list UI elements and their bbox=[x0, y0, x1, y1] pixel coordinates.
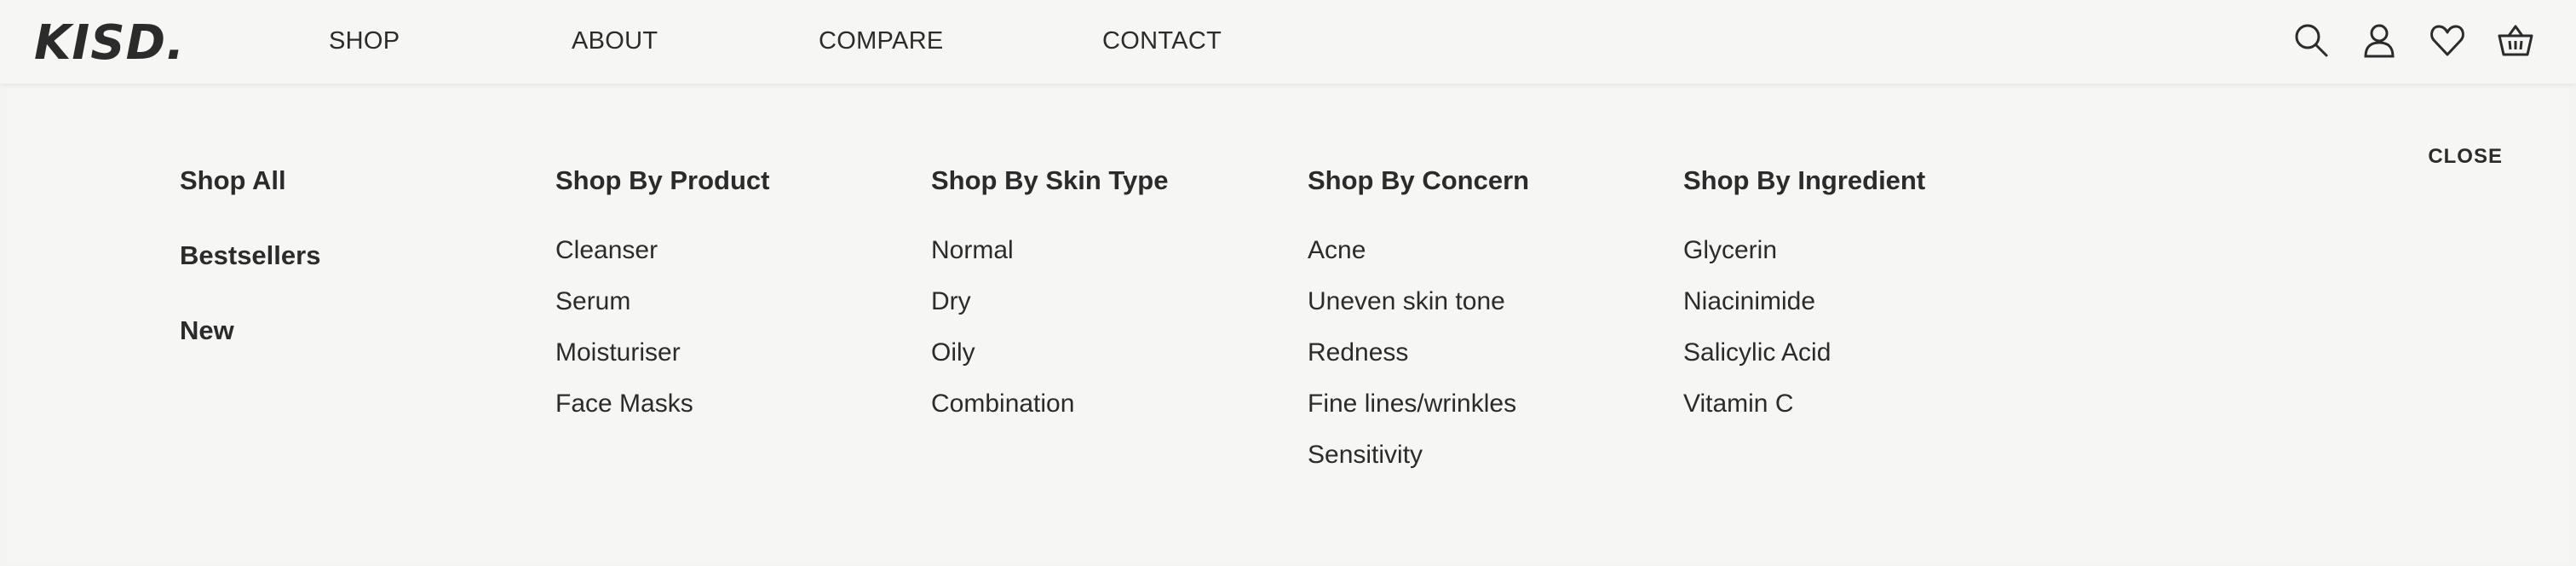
shop-by-product-heading[interactable]: Shop By Product bbox=[555, 165, 769, 196]
shop-links-column: Shop All Bestsellers New bbox=[180, 165, 320, 390]
search-icon[interactable] bbox=[2293, 22, 2329, 58]
shop-by-skin-type-heading[interactable]: Shop By Skin Type bbox=[931, 165, 1168, 196]
wishlist-icon[interactable] bbox=[2429, 22, 2465, 58]
menu-item-glycerin[interactable]: Glycerin bbox=[1683, 235, 1925, 266]
menu-item-niacinimide[interactable]: Niacinimide bbox=[1683, 286, 1925, 317]
header-icons bbox=[2293, 22, 2533, 58]
shop-by-product-column: Shop By Product Cleanser Serum Moisturis… bbox=[555, 165, 769, 440]
menu-item-sensitivity[interactable]: Sensitivity bbox=[1308, 440, 1529, 471]
menu-item-normal[interactable]: Normal bbox=[931, 235, 1168, 266]
menu-item-salicylic-acid[interactable]: Salicylic Acid bbox=[1683, 338, 1925, 368]
shop-all-link[interactable]: Shop All bbox=[180, 165, 320, 196]
basket-icon[interactable] bbox=[2498, 22, 2533, 58]
nav-contact[interactable]: CONTACT bbox=[1102, 27, 1222, 55]
shop-mega-menu: CLOSE Shop All Bestsellers New Shop By P… bbox=[7, 89, 2569, 563]
shop-by-concern-heading[interactable]: Shop By Concern bbox=[1308, 165, 1529, 196]
menu-item-redness[interactable]: Redness bbox=[1308, 338, 1529, 368]
menu-item-combination[interactable]: Combination bbox=[931, 389, 1168, 419]
shop-by-ingredient-column: Shop By Ingredient Glycerin Niacinimide … bbox=[1683, 165, 1925, 440]
close-button[interactable]: CLOSE bbox=[2428, 145, 2503, 169]
menu-item-dry[interactable]: Dry bbox=[931, 286, 1168, 317]
menu-item-fine-lines[interactable]: Fine lines/wrinkles bbox=[1308, 389, 1529, 419]
bestsellers-link[interactable]: Bestsellers bbox=[180, 240, 320, 271]
menu-item-face-masks[interactable]: Face Masks bbox=[555, 389, 769, 419]
brand-logo[interactable]: KISD. bbox=[34, 15, 185, 71]
nav-about[interactable]: ABOUT bbox=[572, 27, 658, 55]
site-header: KISD. SHOP ABOUT COMPARE CONTACT bbox=[0, 0, 2576, 84]
menu-item-acne[interactable]: Acne bbox=[1308, 235, 1529, 266]
menu-item-uneven-skin-tone[interactable]: Uneven skin tone bbox=[1308, 286, 1529, 317]
nav-shop[interactable]: SHOP bbox=[329, 27, 400, 55]
menu-item-oily[interactable]: Oily bbox=[931, 338, 1168, 368]
account-icon[interactable] bbox=[2361, 22, 2397, 58]
menu-item-cleanser[interactable]: Cleanser bbox=[555, 235, 769, 266]
menu-item-vitamin-c[interactable]: Vitamin C bbox=[1683, 389, 1925, 419]
menu-item-moisturiser[interactable]: Moisturiser bbox=[555, 338, 769, 368]
shop-by-skin-type-column: Shop By Skin Type Normal Dry Oily Combin… bbox=[931, 165, 1168, 440]
new-link[interactable]: New bbox=[180, 315, 320, 346]
shop-by-ingredient-heading[interactable]: Shop By Ingredient bbox=[1683, 165, 1925, 196]
shop-by-concern-column: Shop By Concern Acne Uneven skin tone Re… bbox=[1308, 165, 1529, 491]
nav-compare[interactable]: COMPARE bbox=[819, 27, 944, 55]
menu-item-serum[interactable]: Serum bbox=[555, 286, 769, 317]
